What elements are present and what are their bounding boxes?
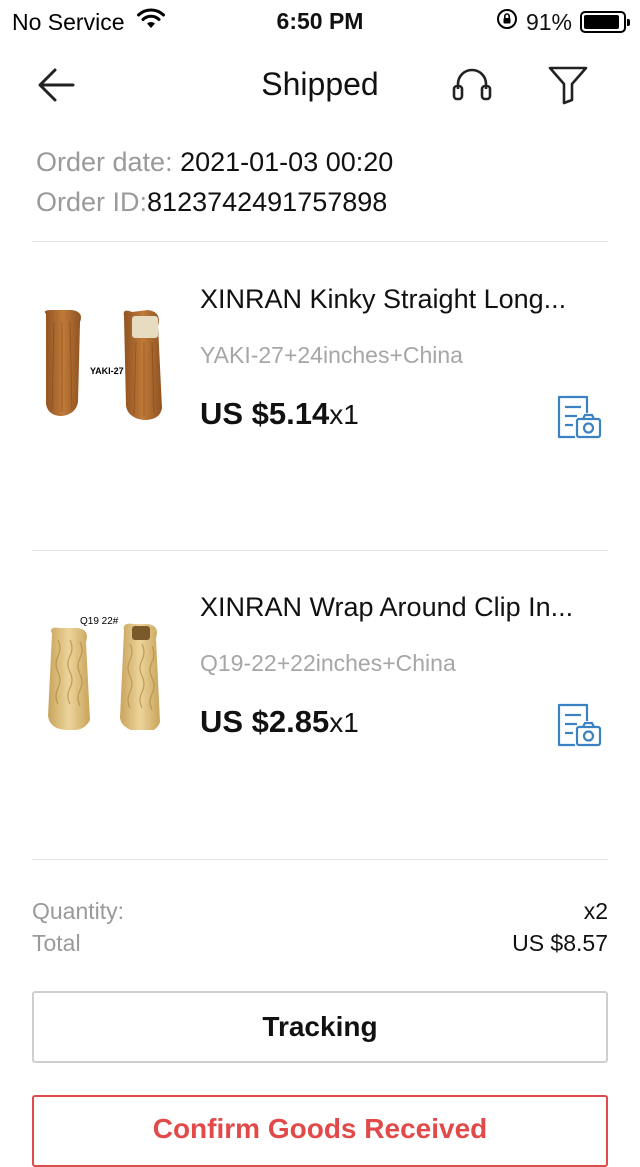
order-date-value: 2021-01-03 00:20 (180, 147, 394, 177)
order-id-row: Order ID:8123742491757898 (36, 182, 393, 222)
order-item[interactable]: YAKI-27 XINRAN Kinky Straight Long... YA… (32, 252, 608, 552)
product-price-row: US $2.85x1 (200, 704, 359, 740)
product-price: US $5.14 (200, 396, 330, 431)
photo-review-button[interactable] (554, 392, 604, 442)
orientation-lock-icon (496, 8, 518, 36)
thumbnail-label: YAKI-27 (90, 366, 124, 376)
tracking-button[interactable]: Tracking (32, 991, 608, 1063)
product-sku: Q19-22+22inches+China (200, 650, 456, 676)
order-id-value: 8123742491757898 (147, 187, 388, 217)
order-info: Order date: 2021-01-03 00:20 Order ID:81… (36, 142, 393, 222)
quantity-value: x2 (583, 898, 608, 924)
battery-percent: 91% (525, 8, 572, 35)
battery-icon (580, 11, 630, 33)
status-bar: No Service 6:50 PM 91% (0, 0, 640, 40)
customer-service-button[interactable] (446, 62, 498, 108)
divider (32, 859, 608, 860)
document-camera-icon (557, 395, 602, 439)
document-camera-icon (557, 703, 602, 747)
order-date-row: Order date: 2021-01-03 00:20 (36, 142, 393, 182)
filter-icon (548, 66, 588, 105)
divider (32, 241, 608, 242)
status-bar-right: 91% (496, 8, 630, 36)
order-id-label: Order ID: (36, 187, 148, 217)
product-sku: YAKI-27+24inches+China (200, 342, 463, 368)
top-navigation-bar: Shipped (0, 48, 640, 124)
filter-button[interactable] (542, 62, 594, 108)
total-value: US $8.57 (512, 930, 608, 956)
order-item[interactable]: Q19 22# XINRAN Wrap Around Clip In... Q1… (32, 560, 608, 860)
product-thumbnail[interactable]: Q19 22# (32, 590, 182, 733)
order-date-label: Order date: (36, 147, 173, 177)
total-label: Total (32, 930, 81, 956)
thumbnail-label: Q19 22# (80, 616, 119, 627)
product-price: US $2.85 (200, 704, 330, 739)
confirm-goods-received-button[interactable]: Confirm Goods Received (32, 1095, 608, 1167)
quantity-label: Quantity: (32, 898, 125, 924)
headset-icon (452, 68, 492, 101)
product-title[interactable]: XINRAN Wrap Around Clip In... (200, 592, 600, 623)
product-price-row: US $5.14x1 (200, 396, 359, 432)
product-quantity: x1 (329, 707, 359, 738)
product-title[interactable]: XINRAN Kinky Straight Long... (200, 284, 600, 315)
divider (32, 550, 608, 551)
product-thumbnail[interactable]: YAKI-27 (32, 282, 182, 422)
photo-review-button[interactable] (554, 700, 604, 750)
battery-fill (584, 15, 619, 29)
total-summary-row: Total US $8.57 (32, 930, 608, 957)
product-quantity: x1 (329, 399, 359, 430)
quantity-summary-row: Quantity: x2 (32, 898, 608, 925)
